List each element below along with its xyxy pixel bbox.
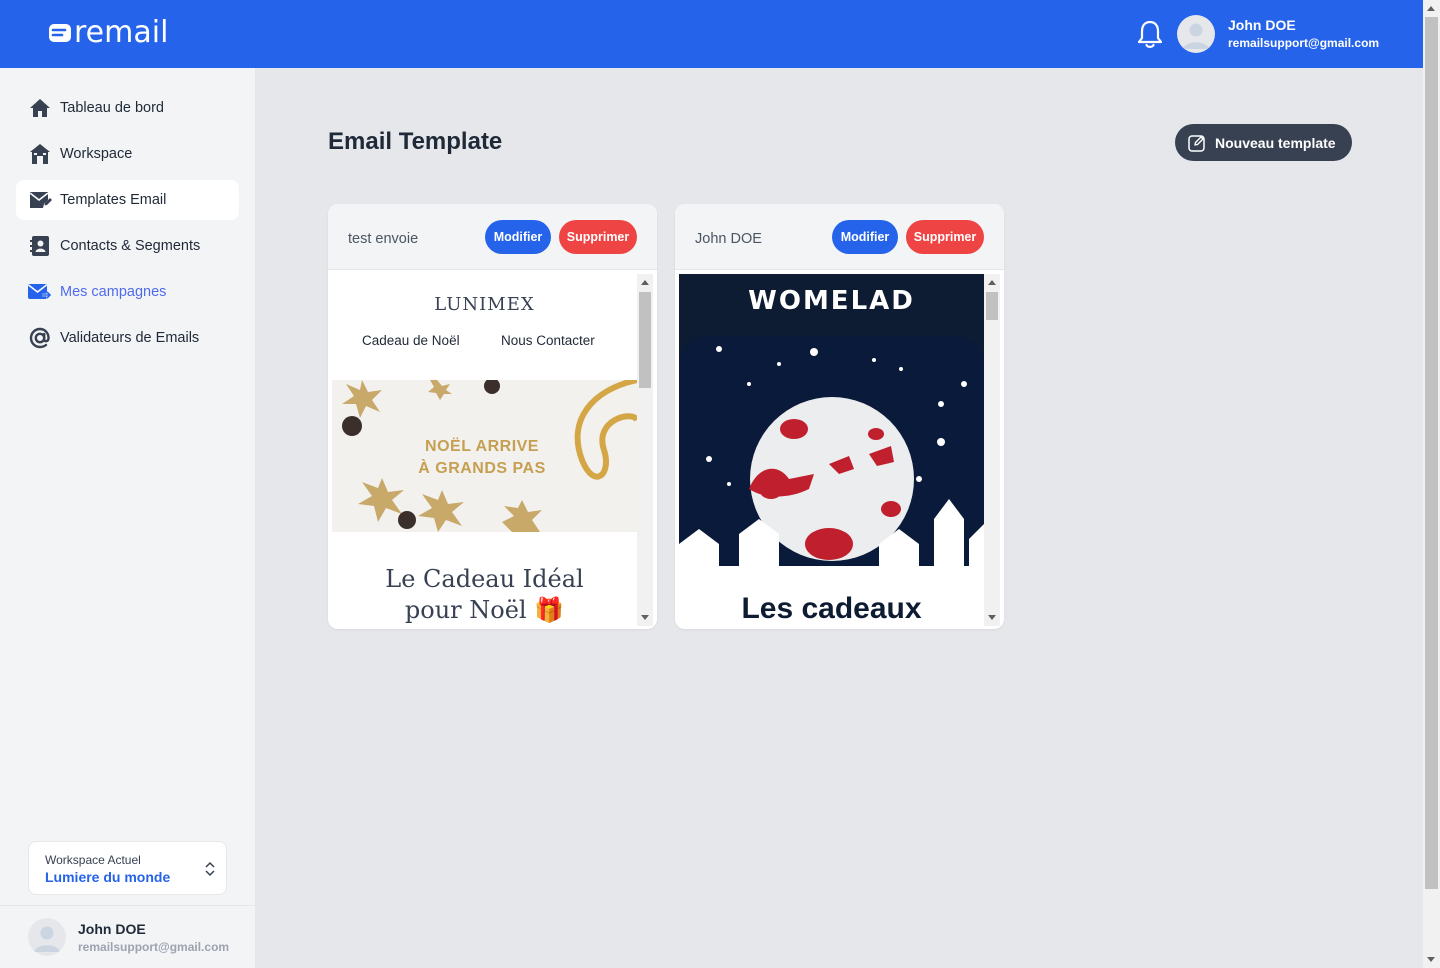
sidebar: Tableau de bord Workspace Templates Emai… [0, 68, 255, 968]
user-avatar-icon[interactable] [28, 918, 66, 956]
scrollbar-thumb[interactable] [639, 292, 651, 388]
scroll-down-icon[interactable] [988, 615, 996, 620]
scrollbar-thumb[interactable] [986, 292, 998, 320]
sidebar-divider [0, 905, 255, 906]
user-avatar-icon[interactable] [1177, 15, 1215, 53]
sidebar-item-label: Validateurs de Emails [60, 330, 200, 346]
scroll-up-icon[interactable] [1427, 6, 1435, 11]
preview-scrollbar[interactable] [637, 274, 653, 626]
template-preview[interactable]: WOMELAD Les cadeaux [679, 274, 984, 626]
preview-scrollbar[interactable] [984, 274, 1000, 626]
banner-text: NOËL ARRIVE À GRANDS PAS [407, 436, 557, 480]
sidebar-item-campaigns[interactable]: Mes campagnes [16, 272, 239, 312]
template-card-header: test envoie Modifier Supprimer [328, 204, 657, 270]
new-template-button[interactable]: Nouveau template [1175, 124, 1352, 161]
edit-square-icon [1188, 134, 1205, 152]
christmas-moon-illustration [679, 336, 984, 574]
mail-send-icon [28, 284, 52, 299]
preview-banner: NOËL ARRIVE À GRANDS PAS [332, 380, 637, 532]
scroll-up-icon[interactable] [988, 280, 996, 285]
preview-brand: LUNIMEX [434, 294, 535, 315]
template-card: John DOE Modifier Supprimer WOMELAD Les … [675, 204, 1004, 629]
page-scrollbar[interactable] [1423, 0, 1440, 968]
chevron-up-down-icon [205, 861, 215, 877]
at-sign-icon [29, 327, 50, 349]
home-icon [30, 99, 50, 117]
sidebar-item-templates[interactable]: Templates Email [16, 180, 239, 220]
scroll-down-icon[interactable] [641, 615, 649, 620]
scroll-down-icon[interactable] [1427, 957, 1435, 962]
preview-headline: Les cadeaux [741, 592, 922, 625]
preview-hero: WOMELAD [679, 274, 984, 574]
headline-line: Le Cadeau Idéal [385, 565, 584, 593]
template-name: test envoie [348, 231, 419, 247]
sidebar-item-label: Templates Email [60, 192, 167, 208]
logo-mark-icon [49, 24, 71, 42]
preview-nav-link: Nous Contacter [501, 333, 595, 348]
app-logo[interactable]: remail [48, 18, 168, 48]
mail-edit-icon [29, 192, 52, 208]
header-user-name: John DOE [1228, 17, 1296, 33]
building-icon [30, 144, 50, 164]
bell-icon[interactable] [1135, 18, 1165, 50]
sidebar-item-label: Contacts & Segments [60, 238, 201, 254]
sidebar-item-contacts[interactable]: Contacts & Segments [16, 226, 239, 266]
preview-nav-link: Cadeau de Noël [362, 333, 460, 348]
sidebar-item-label: Tableau de bord [60, 100, 164, 116]
sidebar-item-workspace[interactable]: Workspace [16, 134, 239, 174]
delete-button[interactable]: Supprimer [906, 220, 984, 254]
edit-button[interactable]: Modifier [832, 220, 898, 254]
edit-button[interactable]: Modifier [485, 220, 551, 254]
workspace-switcher[interactable]: Workspace Actuel Lumiere du monde [28, 841, 227, 895]
template-preview[interactable]: LUNIMEX Cadeau de Noël Nous Contacter NO… [332, 274, 637, 626]
contact-book-icon [30, 236, 49, 256]
banner-line: À GRANDS PAS [418, 460, 546, 477]
banner-line: NOËL ARRIVE [425, 438, 539, 455]
headline-line: pour Noël 🎁 [404, 596, 565, 624]
workspace-label: Workspace Actuel [45, 853, 141, 867]
logo-text: remail [74, 15, 169, 50]
new-template-label: Nouveau template [1215, 134, 1336, 151]
sidebar-item-dashboard[interactable]: Tableau de bord [16, 88, 239, 128]
template-name: John DOE [695, 231, 762, 247]
sidebar-item-validators[interactable]: Validateurs de Emails [16, 318, 239, 358]
template-card-header: John DOE Modifier Supprimer [675, 204, 1004, 270]
sidebar-item-label: Mes campagnes [60, 284, 167, 300]
preview-headline: Le Cadeau Idéal pour Noël 🎁 [332, 564, 637, 626]
page-title: Email Template [328, 128, 503, 155]
scrollbar-thumb[interactable] [1425, 17, 1438, 889]
sidebar-user-email: remailsupport@gmail.com [78, 940, 230, 954]
header-user-email: remailsupport@gmail.com [1228, 36, 1380, 50]
scroll-up-icon[interactable] [641, 280, 649, 285]
workspace-value: Lumiere du monde [45, 869, 171, 885]
sidebar-item-label: Workspace [60, 146, 133, 162]
template-card: test envoie Modifier Supprimer LUNIMEX C… [328, 204, 657, 629]
delete-button[interactable]: Supprimer [559, 220, 637, 254]
sidebar-user-name: John DOE [78, 921, 146, 937]
top-header: remail John DOE remailsupport@gmail.com [0, 0, 1423, 68]
